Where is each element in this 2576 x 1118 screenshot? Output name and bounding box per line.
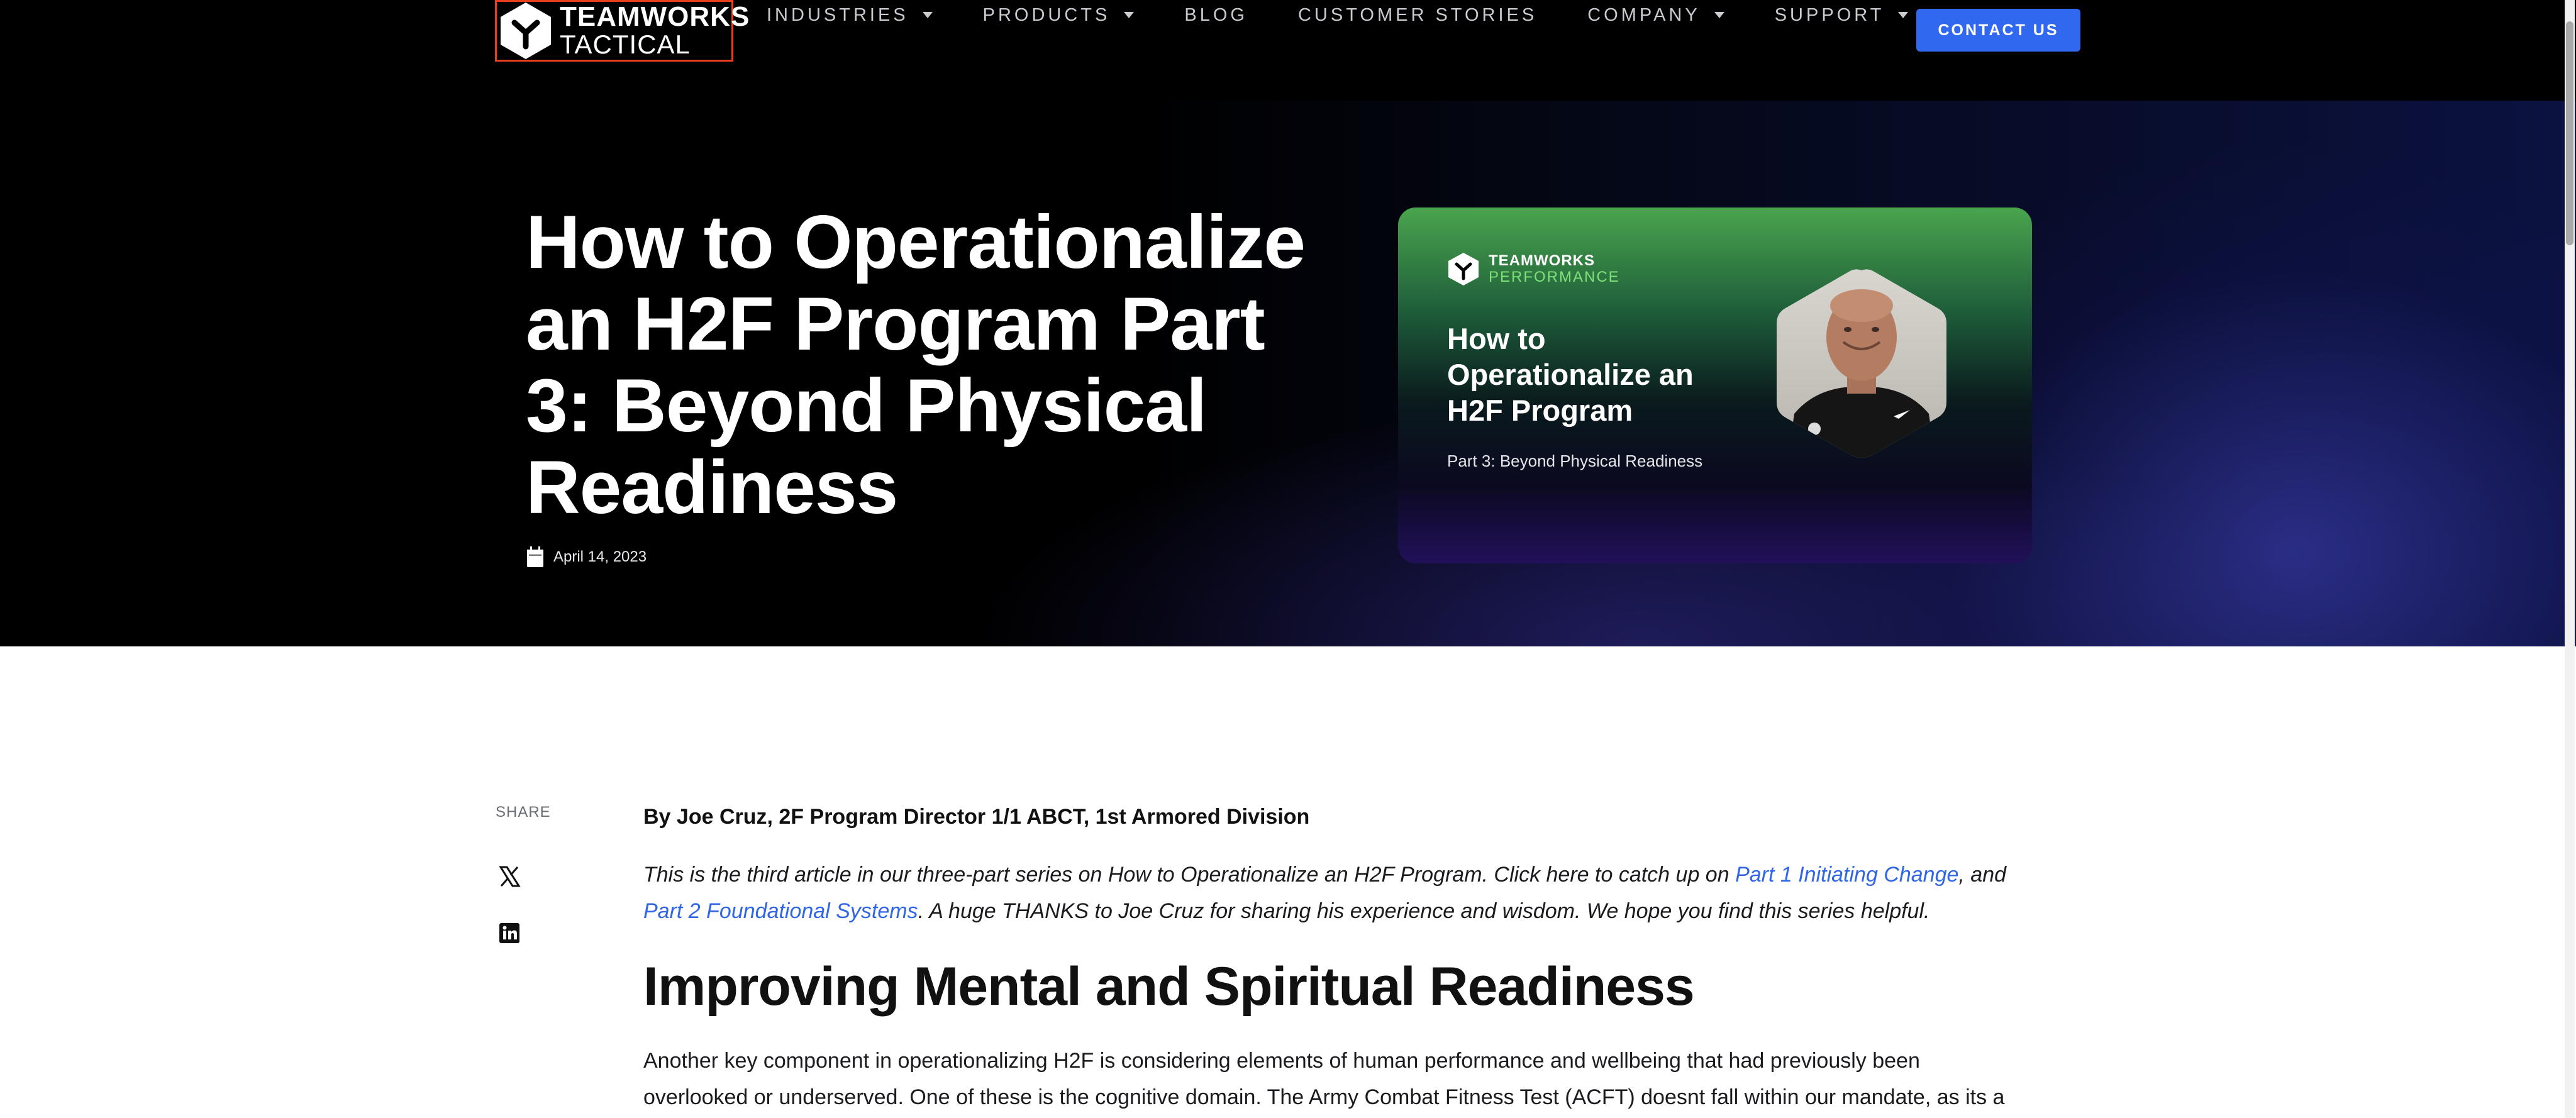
- x-icon[interactable]: [498, 865, 521, 888]
- article-paragraph: Another key component in operationalizin…: [643, 1049, 2005, 1109]
- part-1-link[interactable]: Part 1 Initiating Change: [1735, 863, 1958, 887]
- nav-blog-label: BLOG: [1184, 4, 1248, 25]
- author-portrait: [1775, 268, 1948, 458]
- nav-industries-label: INDUSTRIES: [767, 4, 909, 25]
- part-2-link[interactable]: Part 2 Foundational Systems: [643, 899, 918, 923]
- nav-customer-stories-label: CUSTOMER STORIES: [1297, 4, 1538, 25]
- article-byline: By Joe Cruz, 2F Program Director 1/1 ABC…: [643, 805, 1310, 829]
- section-heading: Improving Mental and Spiritual Readiness: [643, 956, 1695, 1017]
- main-menu: INDUSTRIES PRODUCTS BLOG CUSTOMER STORIE…: [767, 0, 1958, 30]
- linkedin-icon[interactable]: [498, 922, 521, 944]
- featured-image-card: TEAMWORKS PERFORMANCE How to Operational…: [1398, 208, 2032, 563]
- logo-line-2: TACTICAL: [560, 30, 691, 59]
- article-intro: This is the third article in our three-p…: [643, 856, 2008, 929]
- nav-customer-stories[interactable]: CUSTOMER STORIES: [1298, 5, 1537, 26]
- card-brand: TEAMWORKS PERFORMANCE: [1447, 252, 1620, 287]
- top-navigation: TEAMWORKS TACTICAL INDUSTRIES PRODUCTS B…: [0, 0, 2576, 101]
- caret-down-icon: [1898, 12, 1909, 18]
- page-scrollbar-thumb[interactable]: [2566, 21, 2573, 245]
- nav-support[interactable]: SUPPORT: [1775, 5, 1909, 26]
- intro-text-mid: , and: [1958, 863, 2007, 887]
- nav-products[interactable]: PRODUCTS: [983, 5, 1135, 26]
- card-subtitle: Part 3: Beyond Physical Readiness: [1447, 451, 1703, 470]
- nav-industries[interactable]: INDUSTRIES: [767, 5, 933, 26]
- caret-down-icon: [922, 12, 933, 18]
- page-title: How to Operationalize an H2F Program Par…: [526, 200, 1306, 529]
- nav-blog[interactable]: BLOG: [1184, 5, 1248, 26]
- intro-text-start: This is the third article in our three-p…: [643, 863, 1736, 887]
- caret-down-icon: [1124, 12, 1135, 18]
- teamworks-tactical-logo[interactable]: TEAMWORKS TACTICAL: [495, 0, 749, 62]
- calendar-icon: [526, 546, 545, 568]
- logo-wordmark: TEAMWORKS TACTICAL: [560, 3, 750, 58]
- nav-products-label: PRODUCTS: [982, 4, 1111, 25]
- nav-support-label: SUPPORT: [1774, 4, 1885, 25]
- nav-company-label: COMPANY: [1587, 4, 1701, 25]
- logo-line-1: TEAMWORKS: [560, 1, 750, 32]
- nav-company[interactable]: COMPANY: [1587, 5, 1724, 26]
- caret-down-icon: [1714, 12, 1724, 18]
- card-brand-line-2: PERFORMANCE: [1489, 268, 1620, 285]
- contact-us-button[interactable]: CONTACT US: [1916, 9, 2080, 52]
- card-brand-line-1: TEAMWORKS: [1489, 252, 1595, 269]
- card-title: How to Operationalize an H2F Program: [1447, 322, 1694, 427]
- publish-date: April 14, 2023: [526, 546, 647, 568]
- share-label: SHARE: [496, 804, 551, 821]
- logo-hexagon-icon: [498, 1, 553, 60]
- intro-text-end: . A huge THANKS to Joe Cruz for sharing …: [918, 899, 1930, 923]
- hero-section: How to Operationalize an H2F Program Par…: [0, 101, 2576, 646]
- publish-date-text: April 14, 2023: [553, 548, 647, 565]
- card-logo-hexagon-icon: [1448, 253, 1479, 285]
